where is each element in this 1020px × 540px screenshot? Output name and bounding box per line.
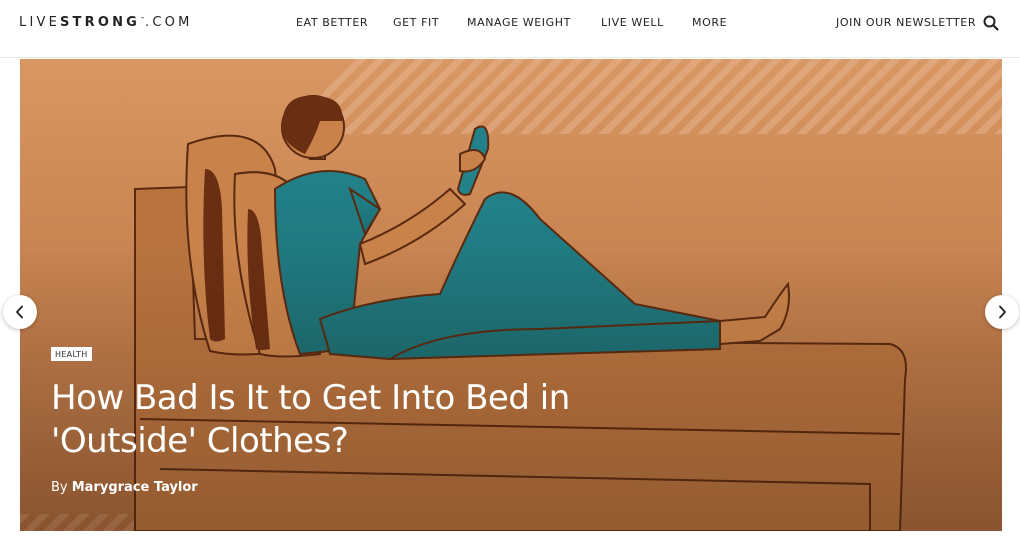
search-icon[interactable]	[982, 14, 1000, 32]
logo-text-strong: STRONG	[59, 15, 141, 30]
article-headline[interactable]: How Bad Is It to Get Into Bed in 'Outsid…	[51, 377, 611, 463]
newsletter-link[interactable]: JOIN OUR NEWSLETTER	[836, 16, 976, 29]
nav-item-live-well[interactable]: LIVE WELL	[601, 16, 664, 29]
hero-carousel[interactable]: HEALTH How Bad Is It to Get Into Bed in …	[20, 59, 1002, 531]
logo-text-live: LIVE	[19, 15, 60, 30]
chevron-right-icon	[999, 305, 1006, 319]
nav-item-eat-better[interactable]: EAT BETTER	[296, 16, 368, 29]
carousel-next-button[interactable]	[985, 295, 1019, 329]
site-header: LIVESTRONG™.COM EAT BETTER GET FIT MANAG…	[0, 0, 1020, 58]
chevron-left-icon	[16, 305, 23, 319]
byline-author[interactable]: Marygrace Taylor	[72, 480, 198, 495]
site-logo[interactable]: LIVESTRONG™.COM	[19, 15, 193, 30]
nav-item-manage-weight[interactable]: MANAGE WEIGHT	[467, 16, 571, 29]
article-byline: By Marygrace Taylor	[51, 480, 198, 495]
logo-text-com: .COM	[145, 15, 193, 30]
carousel-prev-button[interactable]	[3, 295, 37, 329]
nav-item-more[interactable]: MORE	[692, 16, 727, 29]
category-badge[interactable]: HEALTH	[51, 347, 92, 361]
nav-item-get-fit[interactable]: GET FIT	[393, 16, 439, 29]
byline-prefix: By	[51, 480, 72, 495]
